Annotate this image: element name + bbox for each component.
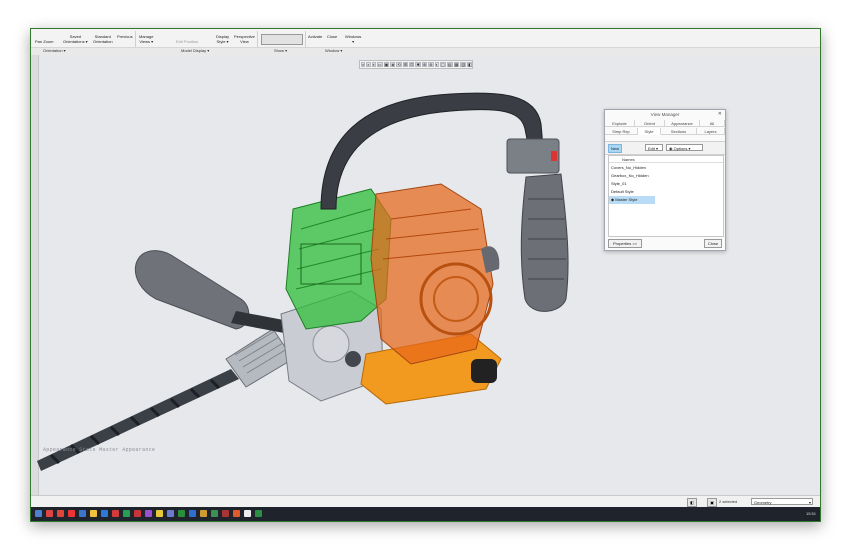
- taskbar-app-icon[interactable]: [46, 510, 53, 517]
- list-item[interactable]: Style_01: [609, 180, 723, 188]
- tab-explode[interactable]: Explode: [605, 120, 635, 127]
- tab-simp-rep[interactable]: Simp Rep: [605, 128, 638, 135]
- new-button[interactable]: New: [608, 144, 622, 153]
- taskbar-app-icon[interactable]: [244, 510, 251, 517]
- selected-count: 2 selected: [719, 499, 738, 504]
- tab-appearance[interactable]: Appearance: [665, 120, 700, 127]
- properties-button[interactable]: Properties >>: [608, 239, 642, 248]
- throttle-grip: [481, 138, 569, 312]
- manage-views-button[interactable]: Manage Views ▾: [139, 34, 153, 44]
- view-manager-title: View Manager: [650, 112, 680, 117]
- taskbar-app-icon[interactable]: [79, 510, 86, 517]
- taskbar-app-icon[interactable]: [35, 510, 42, 517]
- taskbar-app-icon[interactable]: [68, 510, 75, 517]
- previous-button[interactable]: Previous: [117, 34, 133, 39]
- taskbar-app-icon[interactable]: [90, 510, 97, 517]
- view-tool-button[interactable]: ▥: [460, 62, 467, 67]
- list-item-label: Master Style: [615, 197, 638, 202]
- view-tool-button[interactable]: ⊡: [409, 62, 415, 67]
- list-item-active[interactable]: ◆ Master Style: [609, 196, 655, 204]
- close-window-button[interactable]: Close: [327, 34, 337, 39]
- group-orientation[interactable]: Orientation ▾: [43, 48, 66, 53]
- taskbar-app-icon[interactable]: [178, 510, 185, 517]
- taskbar-app-icon[interactable]: [156, 510, 163, 517]
- taskbar-app-icon[interactable]: [101, 510, 108, 517]
- taskbar-app-icon[interactable]: [145, 510, 152, 517]
- view-tool-button[interactable]: ⌕: [361, 62, 366, 67]
- options-dropdown[interactable]: ◉ Options ▾: [666, 144, 703, 151]
- show-toggles[interactable]: [261, 34, 303, 45]
- standard-orientation-button[interactable]: Standard Orientation: [93, 34, 113, 44]
- close-button[interactable]: Close: [704, 239, 722, 248]
- view-manager-dialog: View Manager ✕ Explode Orient Appearance…: [604, 109, 726, 251]
- graphics-icon[interactable]: ◧: [687, 498, 697, 507]
- perspective-view-button[interactable]: Perspective View: [234, 34, 255, 44]
- windows-button[interactable]: Windows ▾: [345, 34, 361, 44]
- options-label: Options ▾: [673, 146, 691, 151]
- saved-orientations-button[interactable]: Saved Orientations ▾: [63, 34, 88, 44]
- view-toolbar: ⌕ ⌕ ⌕ ▭ ▣ ◈ ⟲ ⊞ ⊡ ✱ ⊕ ⊗ ◐ ▢ ▤ ▦ ▥ ◧: [359, 60, 473, 69]
- list-item[interactable]: Covers_No_Hidden: [609, 164, 723, 172]
- view-tool-button[interactable]: ◐: [434, 62, 439, 67]
- view-tool-button[interactable]: ◧: [467, 62, 473, 67]
- edit-dropdown[interactable]: Edit ▾: [645, 144, 663, 151]
- group-show[interactable]: Show ▾: [274, 48, 287, 53]
- tab-layers[interactable]: Layers: [697, 128, 725, 135]
- taskbar-app-icon[interactable]: [112, 510, 119, 517]
- style-list: Names Covers_No_Hidden Gearbox_No_Hidden…: [608, 155, 724, 237]
- application-window: Pan Zoom Saved Orientations ▾ Standard O…: [30, 28, 821, 522]
- taskbar-app-icon[interactable]: [167, 510, 174, 517]
- taskbar-app-icon[interactable]: [189, 510, 196, 517]
- drill-bit: [37, 369, 239, 471]
- view-tool-button[interactable]: ⌕: [371, 62, 376, 67]
- group-model-display[interactable]: Model Display ▾: [181, 48, 209, 53]
- taskbar-app-icon[interactable]: [211, 510, 218, 517]
- view-tool-button[interactable]: ⟲: [396, 62, 402, 67]
- taskbar-app-icon[interactable]: [200, 510, 207, 517]
- taskbar-app-icon[interactable]: [255, 510, 262, 517]
- view-tool-button[interactable]: ⊕: [421, 62, 428, 67]
- ribbon-group-strip: [31, 47, 820, 56]
- view-tool-button[interactable]: ▦: [453, 62, 460, 67]
- appearance-state-label: Appearance State Master Appearance: [43, 447, 156, 453]
- view-tool-button[interactable]: ▤: [446, 62, 453, 67]
- selection-filter-dropdown[interactable]: Geometry: [751, 498, 813, 506]
- taskbar-clock: 15:51: [805, 511, 816, 516]
- view-tool-button[interactable]: ⊗: [428, 62, 434, 67]
- view-tool-button[interactable]: ✱: [415, 62, 421, 67]
- view-tool-button[interactable]: ▣: [383, 62, 390, 67]
- taskbar-app-icon[interactable]: [222, 510, 229, 517]
- tab-all[interactable]: All: [700, 120, 725, 127]
- view-tool-button[interactable]: ⌕: [366, 62, 371, 67]
- taskbar: 15:51: [31, 507, 820, 521]
- tab-orient[interactable]: Orient: [635, 120, 665, 127]
- taskbar-app-icon[interactable]: [233, 510, 240, 517]
- pan-zoom-button[interactable]: Pan Zoom: [35, 39, 53, 44]
- list-item[interactable]: Gearbox_No_Hidden: [609, 172, 723, 180]
- taskbar-app-icon[interactable]: [57, 510, 64, 517]
- group-window[interactable]: Window ▾: [325, 48, 342, 53]
- taskbar-app-icon[interactable]: [134, 510, 141, 517]
- activate-button[interactable]: Activate: [308, 34, 322, 39]
- view-tool-button[interactable]: ◈: [390, 62, 396, 67]
- view-tool-button[interactable]: ⊞: [402, 62, 409, 67]
- names-column-header[interactable]: Names: [609, 156, 723, 163]
- view-tool-button[interactable]: ▭: [376, 62, 383, 67]
- close-icon[interactable]: ✕: [718, 111, 722, 117]
- tab-style[interactable]: Style: [638, 128, 661, 135]
- view-tool-button[interactable]: ▢: [439, 62, 446, 67]
- list-item[interactable]: Default Style: [609, 188, 723, 196]
- view-manager-toolbar: New Edit ▾ ◉ Options ▾: [605, 141, 725, 155]
- ribbon: Pan Zoom Saved Orientations ▾ Standard O…: [31, 29, 820, 56]
- tab-sections[interactable]: Sections: [661, 128, 697, 135]
- selection-icon[interactable]: ▣: [707, 498, 717, 507]
- taskbar-app-icon[interactable]: [123, 510, 130, 517]
- edit-position-button[interactable]: Edit Position: [176, 39, 198, 44]
- engine-cover-orange: [370, 183, 494, 365]
- display-style-button[interactable]: Display Style ▾: [216, 34, 229, 44]
